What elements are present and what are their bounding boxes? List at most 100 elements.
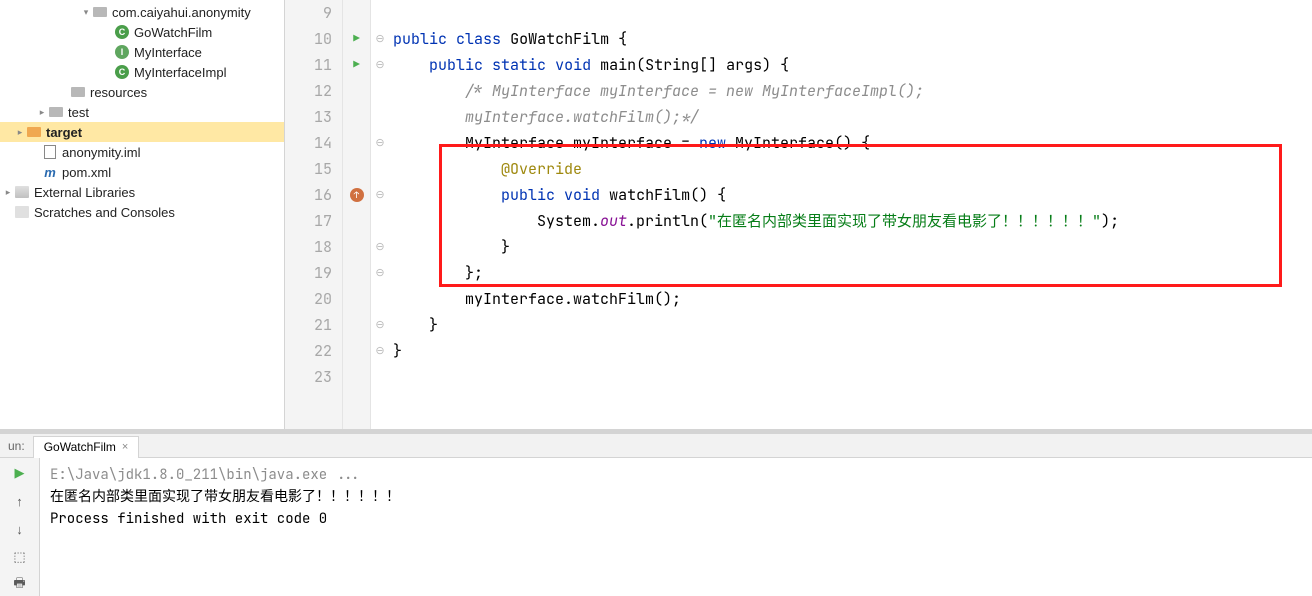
- line-number: 11: [285, 52, 334, 78]
- code-line[interactable]: myInterface.watchFilm();*/: [393, 104, 1312, 130]
- line-number: 12: [285, 78, 334, 104]
- run-toolbar: ▶ ↑ ↓ ⬚ 🖶: [0, 458, 40, 596]
- lib-icon: [14, 184, 30, 200]
- fold-gutter[interactable]: ⊖⊖⊖⊖⊖⊖⊖⊖: [371, 0, 389, 429]
- tree-item-label: anonymity.iml: [62, 145, 141, 160]
- code-line[interactable]: System.out.println("在匿名内部类里面实现了带女朋友看电影了！…: [393, 208, 1312, 234]
- tree-item[interactable]: Scratches and Consoles: [0, 202, 284, 222]
- tree-item[interactable]: ▸ test: [0, 102, 284, 122]
- code-line[interactable]: MyInterface myInterface = new MyInterfac…: [393, 130, 1312, 156]
- run-tab-label: GoWatchFilm: [44, 440, 116, 454]
- line-number: 22: [285, 338, 334, 364]
- run-line-icon[interactable]: ▶: [353, 52, 360, 78]
- line-number: 17: [285, 208, 334, 234]
- tree-item-label: GoWatchFilm: [134, 25, 212, 40]
- fold-toggle: [371, 156, 389, 182]
- fold-toggle[interactable]: ⊖: [371, 52, 389, 78]
- code-area[interactable]: public class GoWatchFilm { public static…: [389, 0, 1312, 429]
- line-number: 15: [285, 156, 334, 182]
- code-line[interactable]: }: [393, 338, 1312, 364]
- line-number: 23: [285, 364, 334, 390]
- code-line[interactable]: };: [393, 260, 1312, 286]
- run-gutter[interactable]: ▶▶ ↑: [343, 0, 371, 429]
- run-line-icon[interactable]: ▶: [353, 26, 360, 52]
- tree-item-label: target: [46, 125, 82, 140]
- code-line[interactable]: /* MyInterface myInterface = new MyInter…: [393, 78, 1312, 104]
- fold-toggle: [371, 364, 389, 390]
- folder-gray-icon: [92, 4, 108, 20]
- tree-item-label: test: [68, 105, 89, 120]
- fold-toggle: [371, 208, 389, 234]
- line-number: 13: [285, 104, 334, 130]
- expand-toggle[interactable]: ▸: [2, 187, 14, 198]
- m-icon: m: [42, 164, 58, 180]
- tree-item[interactable]: anonymity.iml: [0, 142, 284, 162]
- expand-toggle[interactable]: ▾: [80, 7, 92, 18]
- fold-toggle[interactable]: ⊖: [371, 312, 389, 338]
- code-line[interactable]: [393, 364, 1312, 390]
- class-c-icon: C: [114, 24, 130, 40]
- code-line[interactable]: [393, 0, 1312, 26]
- tree-item[interactable]: ▸ target: [0, 122, 284, 142]
- code-line[interactable]: public class GoWatchFilm {: [393, 26, 1312, 52]
- tree-item[interactable]: ▸External Libraries: [0, 182, 284, 202]
- fold-toggle: [371, 104, 389, 130]
- code-line[interactable]: public void watchFilm() {: [393, 182, 1312, 208]
- up-button[interactable]: ↑: [9, 490, 31, 512]
- fold-toggle[interactable]: ⊖: [371, 182, 389, 208]
- fold-toggle: [371, 286, 389, 312]
- fold-toggle[interactable]: ⊖: [371, 260, 389, 286]
- expand-toggle[interactable]: ▸: [36, 107, 48, 118]
- fold-toggle[interactable]: ⊖: [371, 234, 389, 260]
- tree-item-label: pom.xml: [62, 165, 111, 180]
- line-number: 14: [285, 130, 334, 156]
- run-config-tab[interactable]: GoWatchFilm ×: [33, 436, 140, 458]
- class-c-icon: C: [114, 64, 130, 80]
- line-number: 10: [285, 26, 334, 52]
- console-line: Process finished with exit code 0: [50, 508, 1302, 530]
- console-output[interactable]: E:\Java\jdk1.8.0_211\bin\java.exe ...在匿名…: [40, 458, 1312, 596]
- toolwindow-label: un:: [0, 439, 33, 453]
- wrap-button[interactable]: ⬚: [9, 546, 31, 568]
- down-button[interactable]: ↓: [9, 518, 31, 540]
- folder-gray-icon: [70, 84, 86, 100]
- tree-item[interactable]: C GoWatchFilm: [0, 22, 284, 42]
- line-number: 19: [285, 260, 334, 286]
- fold-toggle[interactable]: ⊖: [371, 338, 389, 364]
- tree-item-label: com.caiyahui.anonymity: [112, 5, 251, 20]
- run-tool-window: un: GoWatchFilm × ▶ ↑ ↓ ⬚ 🖶 E:\Java\jdk1…: [0, 433, 1312, 573]
- iml-icon: [42, 144, 58, 160]
- override-icon[interactable]: ↑: [350, 188, 364, 202]
- tree-item-label: Scratches and Consoles: [34, 205, 175, 220]
- fold-toggle[interactable]: ⊖: [371, 130, 389, 156]
- code-line[interactable]: public static void main(String[] args) {: [393, 52, 1312, 78]
- tree-item[interactable]: resources: [0, 82, 284, 102]
- interface-i-icon: I: [114, 44, 130, 60]
- rerun-button[interactable]: ▶: [9, 462, 31, 484]
- code-line[interactable]: }: [393, 312, 1312, 338]
- code-line[interactable]: @Override: [393, 156, 1312, 182]
- scratch-icon: [14, 204, 30, 220]
- folder-gray-icon: [48, 104, 64, 120]
- print-button[interactable]: 🖶: [9, 574, 31, 596]
- tree-item-label: resources: [90, 85, 147, 100]
- project-tree[interactable]: ▾ com.caiyahui.anonymity C GoWatchFilm I MyIn…: [0, 0, 285, 429]
- expand-toggle[interactable]: ▸: [14, 127, 26, 138]
- line-number: 16: [285, 182, 334, 208]
- code-editor[interactable]: 91011121314151617181920212223 ▶▶↑ ⊖⊖⊖⊖⊖⊖…: [285, 0, 1312, 429]
- fold-toggle: [371, 0, 389, 26]
- tree-item[interactable]: I MyInterface: [0, 42, 284, 62]
- code-line[interactable]: }: [393, 234, 1312, 260]
- console-line: 在匿名内部类里面实现了带女朋友看电影了！！！！！！: [50, 486, 1302, 508]
- tree-item-label: MyInterface: [134, 45, 202, 60]
- line-number: 20: [285, 286, 334, 312]
- tree-item[interactable]: m pom.xml: [0, 162, 284, 182]
- fold-toggle: [371, 78, 389, 104]
- tree-item[interactable]: C MyInterfaceImpl: [0, 62, 284, 82]
- line-number: 18: [285, 234, 334, 260]
- code-line[interactable]: myInterface.watchFilm();: [393, 286, 1312, 312]
- tree-item-label: MyInterfaceImpl: [134, 65, 226, 80]
- close-icon[interactable]: ×: [122, 441, 128, 453]
- tree-item[interactable]: ▾ com.caiyahui.anonymity: [0, 2, 284, 22]
- fold-toggle[interactable]: ⊖: [371, 26, 389, 52]
